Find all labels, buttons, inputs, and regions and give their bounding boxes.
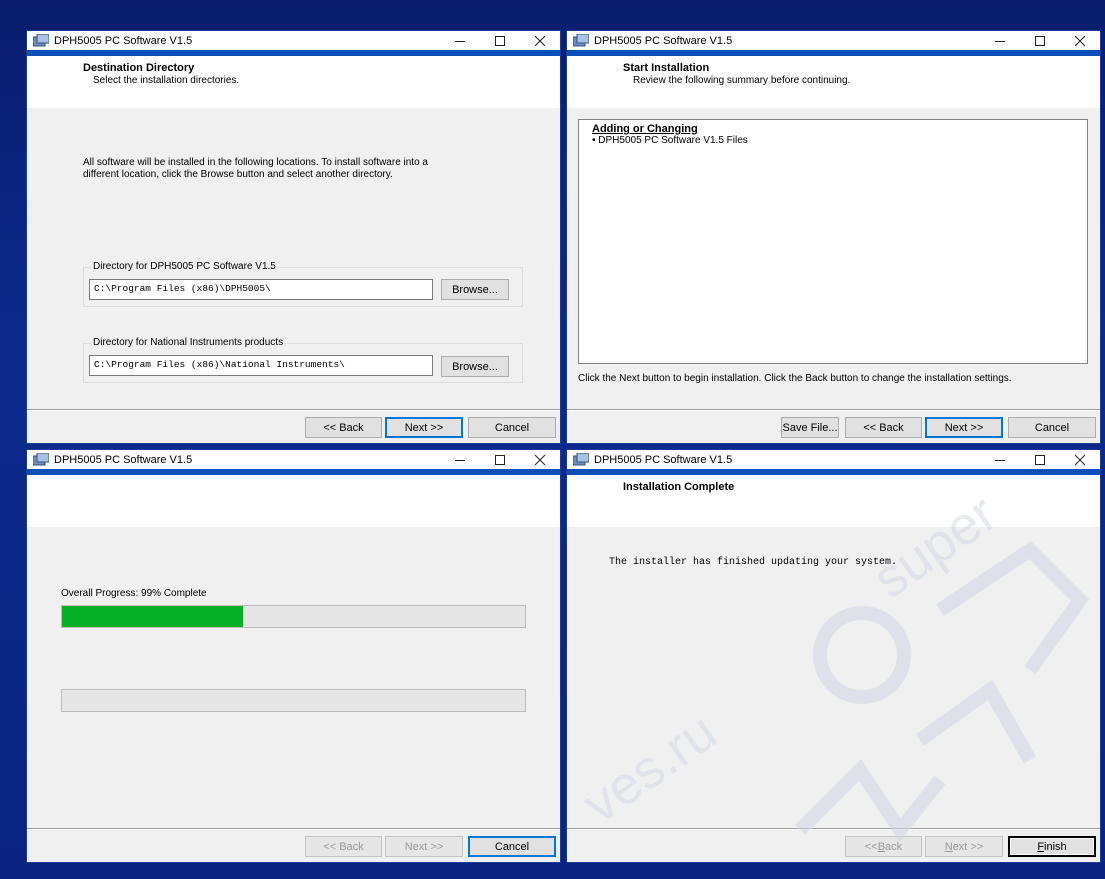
next-button[interactable]: Next >> [385, 417, 463, 438]
footer-separator [27, 828, 560, 830]
wizard-header [27, 475, 560, 527]
next-button-rest: ext >> [952, 840, 984, 853]
installer-app-icon [33, 34, 49, 47]
finish-button-accel: F [1037, 840, 1045, 853]
ni-directory-input[interactable]: C:\Program Files (x86)\National Instrume… [89, 355, 433, 376]
secondary-progress-bar [61, 689, 526, 712]
close-icon[interactable] [520, 31, 560, 53]
wizard-header: Start Installation Review the following … [567, 56, 1100, 108]
dph5005-directory-input[interactable]: C:\Program Files (x86)\DPH5005\ [89, 279, 433, 300]
summary-item: • DPH5005 PC Software V1.5 Files [592, 135, 748, 146]
close-icon[interactable] [1060, 31, 1100, 53]
maximize-icon[interactable] [1020, 31, 1060, 53]
cancel-button[interactable]: Cancel [468, 417, 556, 438]
maximize-icon[interactable] [480, 450, 520, 472]
overall-progress-fill [62, 606, 243, 627]
finish-button-rest: inish [1044, 840, 1067, 853]
title-bar[interactable]: DPH5005 PC Software V1.5 [567, 450, 1100, 475]
title-bar[interactable]: DPH5005 PC Software V1.5 [27, 450, 560, 475]
completion-message: The installer has finished updating your… [609, 557, 898, 568]
installer-window-destination: DPH5005 PC Software V1.5 Destination Dir… [26, 30, 561, 444]
maximize-icon[interactable] [480, 31, 520, 53]
footer-separator [27, 409, 560, 411]
next-button[interactable]: Next >> [925, 836, 1003, 857]
minimize-icon[interactable] [440, 31, 480, 53]
installer-window-start: DPH5005 PC Software V1.5 Start Installat… [566, 30, 1101, 444]
save-file-button[interactable]: Save File... [781, 417, 839, 438]
header-subtitle: Review the following summary before cont… [633, 75, 851, 86]
next-button[interactable]: Next >> [925, 417, 1003, 438]
back-button-prefix: << [864, 840, 878, 853]
installation-summary-box[interactable]: Adding or Changing • DPH5005 PC Software… [578, 119, 1088, 364]
dph5005-directory-label: Directory for DPH5005 PC Software V1.5 [91, 261, 278, 272]
browse-ni-button[interactable]: Browse... [441, 356, 509, 377]
install-location-description: All software will be installed in the fo… [83, 157, 428, 180]
window-title: DPH5005 PC Software V1.5 [594, 34, 733, 47]
header-title: Installation Complete [623, 481, 735, 493]
title-bar[interactable]: DPH5005 PC Software V1.5 [27, 31, 560, 56]
back-button[interactable]: << Back [845, 836, 922, 857]
next-back-instructions: Click the Next button to begin installat… [578, 373, 1012, 384]
summary-heading: Adding or Changing [592, 123, 698, 135]
footer-separator [567, 409, 1100, 411]
wizard-header: Destination Directory Select the install… [27, 56, 560, 108]
window-title: DPH5005 PC Software V1.5 [54, 453, 193, 466]
header-title: Start Installation [623, 62, 710, 74]
close-icon[interactable] [1060, 450, 1100, 472]
installer-app-icon [573, 34, 589, 47]
wizard-header: Installation Complete [567, 475, 1100, 527]
footer-separator [567, 828, 1100, 830]
title-bar[interactable]: DPH5005 PC Software V1.5 [567, 31, 1100, 56]
back-button[interactable]: << Back [845, 417, 922, 438]
header-subtitle: Select the installation directories. [93, 75, 240, 86]
window-title: DPH5005 PC Software V1.5 [54, 34, 193, 47]
back-button-rest: ack [885, 840, 903, 853]
maximize-icon[interactable] [1020, 450, 1060, 472]
back-button[interactable]: << Back [305, 417, 382, 438]
minimize-icon[interactable] [980, 450, 1020, 472]
window-title: DPH5005 PC Software V1.5 [594, 453, 733, 466]
header-title: Destination Directory [83, 62, 195, 74]
ni-directory-label: Directory for National Instruments produ… [91, 337, 286, 348]
minimize-icon[interactable] [980, 31, 1020, 53]
installer-window-progress: DPH5005 PC Software V1.5 Overall Progres… [26, 449, 561, 863]
back-button[interactable]: << Back [305, 836, 382, 857]
installer-window-complete: DPH5005 PC Software V1.5 Installation Co… [566, 449, 1101, 863]
next-button[interactable]: Next >> [385, 836, 463, 857]
overall-progress-bar [61, 605, 526, 628]
cancel-button[interactable]: Cancel [468, 836, 556, 857]
installer-app-icon [33, 453, 49, 466]
minimize-icon[interactable] [440, 450, 480, 472]
overall-progress-label: Overall Progress: 99% Complete [61, 588, 207, 599]
back-button-accel: B [877, 840, 886, 853]
browse-dph5005-button[interactable]: Browse... [441, 279, 509, 300]
next-button-accel: N [944, 840, 953, 853]
close-icon[interactable] [520, 450, 560, 472]
cancel-button[interactable]: Cancel [1008, 417, 1096, 438]
installer-app-icon [573, 453, 589, 466]
finish-button[interactable]: Finish [1008, 836, 1096, 857]
